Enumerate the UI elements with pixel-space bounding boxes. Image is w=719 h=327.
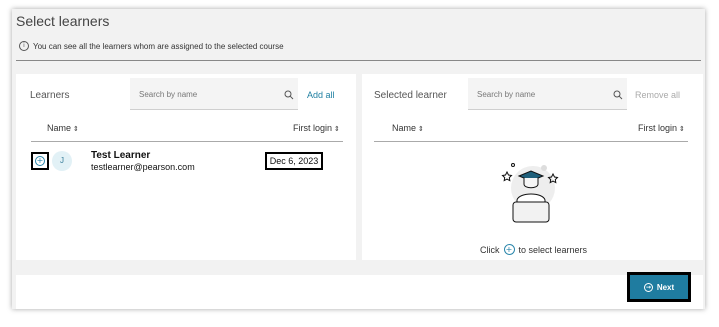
search-icon — [613, 90, 623, 100]
learners-search-input[interactable] — [130, 78, 279, 110]
column-first-login[interactable]: First login ⇕ — [638, 123, 685, 133]
header-rule — [31, 141, 343, 142]
empty-suffix: to select learners — [518, 244, 588, 255]
sort-icon: ⇕ — [73, 125, 79, 133]
empty-prefix: Click — [480, 244, 500, 255]
column-name-label: Name — [392, 123, 417, 133]
first-login-date: Dec 6, 2023 — [265, 152, 323, 170]
add-circle-icon: + — [35, 156, 45, 166]
column-first-login-label: First login — [293, 123, 333, 133]
next-button[interactable]: → Next — [630, 275, 688, 299]
search-icon — [284, 90, 294, 100]
graduate-illustration-icon — [501, 163, 559, 223]
dialog-footer — [16, 275, 703, 309]
info-text: You can see all the learners whom are as… — [33, 41, 284, 51]
header-rule — [374, 141, 688, 142]
learners-panel: Learners Add all Name⇕ First login⇕ + J … — [16, 74, 356, 260]
empty-state-message: Click + to select learners — [480, 244, 587, 255]
first-login-date-text: Dec 6, 2023 — [267, 154, 321, 168]
info-message: i You can see all the learners whom are … — [19, 41, 284, 51]
column-first-login-label: First login — [638, 123, 678, 133]
add-all-link[interactable]: Add all — [307, 90, 335, 100]
dialog-title: Select learners — [16, 13, 110, 29]
avatar: J — [52, 151, 72, 171]
sort-icon: ⇕ — [334, 125, 340, 133]
column-name-label: Name — [47, 123, 72, 133]
learner-name: Test Learner — [91, 150, 151, 161]
remove-all-link[interactable]: Remove all — [635, 90, 680, 100]
add-learner-button[interactable]: + — [31, 152, 49, 170]
next-button-label: Next — [656, 282, 675, 292]
selected-search-input[interactable] — [468, 78, 617, 110]
learners-panel-title: Learners — [30, 90, 70, 101]
selected-panel-title: Selected learner — [374, 90, 447, 101]
selected-search[interactable] — [468, 78, 627, 110]
selected-learner-panel: Selected learner Remove all Name⇕ First … — [362, 74, 703, 260]
info-icon: i — [19, 41, 29, 51]
column-name[interactable]: Name ⇕ — [392, 123, 424, 133]
sort-icon: ⇕ — [418, 125, 424, 133]
learners-search[interactable] — [130, 78, 298, 110]
sort-icon: ⇕ — [679, 125, 685, 133]
next-button-wrapper: → Next — [627, 272, 691, 302]
column-first-login[interactable]: First login ⇕ — [293, 123, 340, 133]
column-name[interactable]: Name ⇕ — [47, 123, 79, 133]
add-circle-icon: + — [503, 244, 515, 255]
learner-email: testlearner@pearson.com — [91, 162, 195, 172]
arrow-right-circle-icon: → — [643, 282, 653, 292]
header-divider — [16, 60, 701, 61]
